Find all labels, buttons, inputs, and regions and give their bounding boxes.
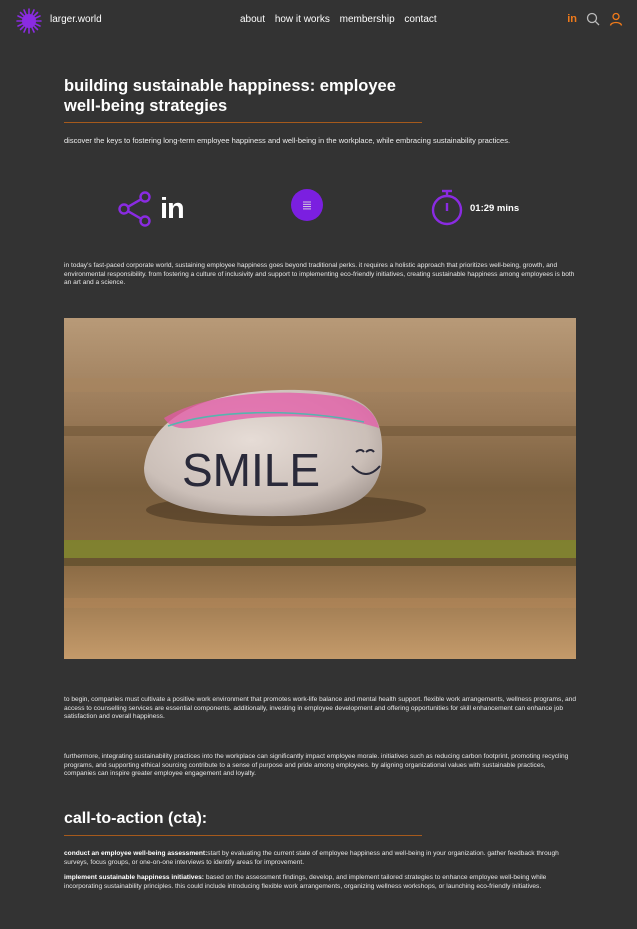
title-divider bbox=[64, 122, 422, 123]
linkedin-share-icon[interactable]: in bbox=[160, 193, 185, 226]
nav-link-membership[interactable]: membership bbox=[340, 14, 395, 25]
nav-link-contact[interactable]: contact bbox=[404, 14, 436, 25]
article-meta-row: in 01:29 mins bbox=[0, 185, 637, 235]
table-of-contents-button[interactable] bbox=[291, 189, 323, 221]
larger-world-logo-icon[interactable] bbox=[16, 8, 42, 34]
stone-inscription: SMILE bbox=[182, 444, 320, 496]
cta-divider bbox=[64, 835, 422, 836]
cta-item-2: implement sustainable happiness initiati… bbox=[64, 874, 576, 891]
read-time: 01:29 mins bbox=[470, 203, 520, 214]
top-navigation: larger.world about how it works membersh… bbox=[0, 0, 637, 42]
cta-item-1-label: conduct an employee well-being assessmen… bbox=[64, 850, 208, 857]
main-menu: about how it works membership contact bbox=[240, 14, 444, 25]
cta-item-1: conduct an employee well-being assessmen… bbox=[64, 850, 576, 867]
nav-link-about[interactable]: about bbox=[240, 14, 265, 25]
body-paragraph-2: furthermore, integrating sustainability … bbox=[64, 753, 569, 777]
smile-stone-photo: SMILE bbox=[64, 318, 576, 659]
article-subtitle: discover the keys to fostering long-term… bbox=[64, 136, 511, 145]
cta-heading: call-to-action (cta): bbox=[64, 810, 208, 827]
cta-item-2-label: implement sustainable happiness initiati… bbox=[64, 874, 204, 881]
body-paragraph-1: to begin, companies must cultivate a pos… bbox=[64, 696, 577, 720]
user-account-icon[interactable] bbox=[609, 12, 623, 26]
stopwatch-icon bbox=[431, 189, 463, 226]
list-icon bbox=[303, 201, 311, 210]
brand-name[interactable]: larger.world bbox=[50, 14, 102, 25]
article-title: building sustainable happiness: employee… bbox=[64, 77, 396, 115]
nav-link-how-it-works[interactable]: how it works bbox=[275, 14, 330, 25]
linkedin-icon[interactable]: in bbox=[567, 13, 577, 25]
intro-paragraph: in today's fast-paced corporate world, s… bbox=[64, 262, 575, 286]
share-icon[interactable] bbox=[118, 191, 152, 227]
search-icon[interactable] bbox=[586, 12, 600, 26]
hero-image: SMILE bbox=[64, 318, 576, 659]
nav-actions: in bbox=[567, 12, 623, 26]
